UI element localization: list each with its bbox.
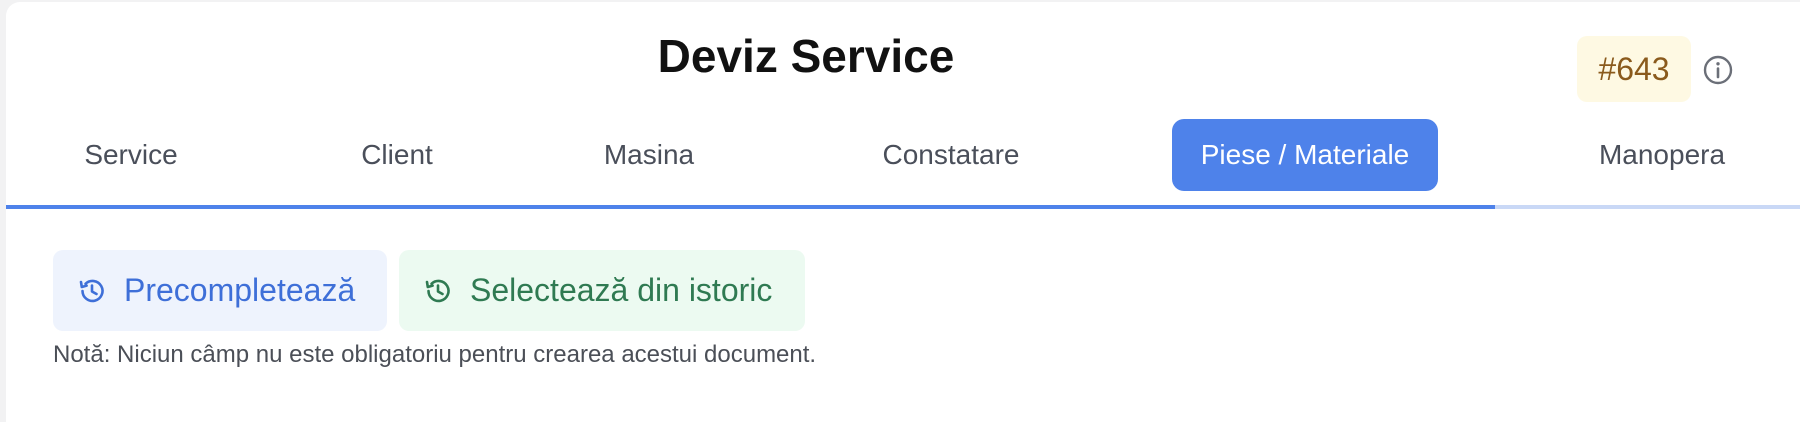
tab-manopera[interactable]: Manopera (1578, 119, 1746, 191)
history-icon (425, 279, 450, 303)
select-from-history-button[interactable]: Selectează din istoric (399, 250, 805, 331)
step-progress-fill (6, 205, 1496, 209)
tab-masina[interactable]: Masina (586, 119, 712, 191)
step-tabs: Service Client Masina Constatare Piese /… (6, 117, 1800, 197)
step-progress-track (6, 205, 1800, 209)
tab-piese-materiale[interactable]: Piese / Materiale (1172, 119, 1438, 191)
optional-fields-note: Notă: Niciun câmp nu este obligatoriu pe… (53, 341, 817, 368)
tab-service[interactable]: Service (62, 119, 200, 191)
tab-client[interactable]: Client (338, 119, 456, 191)
prefill-button[interactable]: Precompletează (53, 250, 387, 331)
deviz-card: Deviz Service #643 Service Client Masina… (6, 2, 1800, 422)
history-icon (79, 279, 104, 303)
page-title: Deviz Service (657, 30, 955, 82)
document-number-badge: #643 (1577, 36, 1691, 102)
tab-constatare[interactable]: Constatare (866, 119, 1036, 191)
select-from-history-label: Selectează din istoric (470, 272, 773, 308)
prefill-button-label: Precompletează (124, 272, 356, 308)
info-circle-icon[interactable] (1702, 54, 1734, 86)
